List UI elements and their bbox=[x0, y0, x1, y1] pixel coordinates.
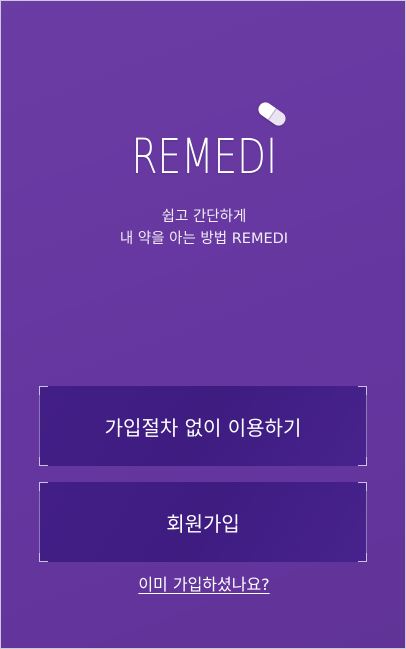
tagline-line-1: 쉽고 간단하게 bbox=[161, 209, 247, 225]
guest-start-button[interactable]: 가입절차 없이 이용하기 bbox=[39, 386, 367, 466]
pill-icon bbox=[255, 99, 289, 129]
tagline-line-2: 내 약을 아는 방법 REMEDI bbox=[119, 231, 289, 247]
corner-bracket bbox=[39, 457, 48, 466]
corner-bracket bbox=[358, 386, 367, 395]
signup-label: 회원가입 bbox=[166, 511, 240, 536]
logo-text: REMEDI bbox=[131, 129, 277, 185]
button-border-right bbox=[366, 482, 367, 562]
corner-bracket bbox=[39, 386, 48, 395]
tagline: 쉽고 간단하게 내 약을 아는 방법 REMEDI bbox=[1, 206, 405, 250]
button-border-left bbox=[39, 386, 40, 466]
signup-button[interactable]: 회원가입 bbox=[39, 482, 367, 562]
corner-bracket bbox=[358, 457, 367, 466]
login-link[interactable]: 이미 가입하셨나요? bbox=[138, 575, 269, 594]
button-border-right bbox=[366, 386, 367, 466]
corner-bracket bbox=[358, 553, 367, 562]
corner-bracket bbox=[358, 482, 367, 491]
guest-start-label: 가입절차 없이 이용하기 bbox=[104, 415, 302, 440]
corner-bracket bbox=[39, 482, 48, 491]
app-screen: REMEDI 쉽고 간단하게 내 약을 아는 방법 REMEDI 가입절차 없이… bbox=[0, 0, 406, 649]
app-logo: REMEDI bbox=[1, 129, 405, 185]
login-link-container: 이미 가입하셨나요? bbox=[1, 573, 405, 597]
corner-bracket bbox=[39, 553, 48, 562]
button-border-left bbox=[39, 482, 40, 562]
